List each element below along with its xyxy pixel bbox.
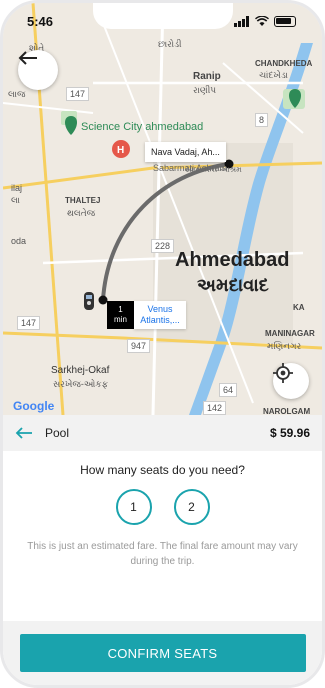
seat-options: 1 2 [3, 489, 322, 525]
my-location-button[interactable] [273, 363, 309, 399]
back-arrow-icon[interactable] [15, 427, 33, 439]
map-label-left-4: oda [11, 236, 27, 246]
signal-icon [234, 15, 249, 27]
dropoff-line-1: Venus [147, 304, 173, 314]
map-label-ranip-gu: રાણીપ [193, 85, 217, 95]
svg-text:H: H [117, 145, 124, 156]
dropoff-callout[interactable]: Venus Atlantis,... [134, 301, 186, 329]
eta-unit: min [114, 315, 127, 324]
google-logo-text: Google [13, 399, 55, 413]
eta-value: 1 [118, 305, 123, 314]
map-label-ranip: Ranip [193, 71, 221, 82]
road-shield-64: 64 [219, 383, 238, 397]
fare-disclaimer: This is just an estimated fare. The fina… [27, 541, 298, 567]
seat-option-1[interactable]: 1 [115, 489, 152, 525]
map-label-ahmedabad-gu: અમદાવાદ [197, 275, 269, 295]
map-label-left-3: લાજ [8, 89, 26, 99]
notch [92, 3, 233, 29]
car-icon [84, 292, 94, 310]
seat-option-2[interactable]: 2 [173, 489, 210, 525]
pickup-callout[interactable]: Nava Vadaj, Ah... [145, 142, 226, 162]
crosshair-icon [273, 363, 293, 383]
bottom-sheet: Pool $ 59.96 How many seats do you need?… [3, 415, 322, 685]
back-button[interactable] [18, 50, 58, 90]
map-label-science-city: Science City ahmedabad [81, 121, 204, 133]
map-label-kaka: KA [293, 303, 305, 312]
map-label-thaltej-gu: થલતેજ [67, 208, 96, 218]
road-shield-947: 947 [127, 339, 151, 353]
map-label-chandkheda-gu: ચાંદખેડા [259, 70, 288, 80]
ride-type-label: Pool [45, 426, 70, 440]
road-shield-228: 228 [151, 239, 175, 253]
road-shield-147a: 147 [17, 316, 41, 330]
road-shield-147b: 147 [66, 87, 90, 101]
map-label-chharodi: છારોડી [158, 39, 182, 49]
seat-question: How many seats do you need? [80, 463, 245, 477]
map-label-left-2: ilaj [11, 183, 23, 193]
map-label-sarkhej-gu: સરખેજ-ઓકફ [53, 379, 109, 389]
map-label-sabarmati: Sabarmati Ashram [153, 163, 228, 173]
map-label-maninagar-gu: મણિનગર [267, 341, 302, 351]
map-label-maninagar: MANINAGAR [265, 329, 315, 338]
phone-frame: 5:46 H છારોડી Ranip રાણીપ CHANDKHEDA ચાં… [0, 0, 325, 688]
eta-badge: 1 min [107, 301, 134, 329]
map-view[interactable]: H છારોડી Ranip રાણીપ CHANDKHEDA ચાંદખેડા… [3, 3, 322, 415]
map-label-ahmedabad: Ahmedabad [175, 249, 290, 271]
ride-fare: $ 59.96 [269, 426, 310, 440]
map-label-left-5: લા [11, 195, 21, 205]
map-label-narolgam: NAROLGAM [263, 407, 311, 415]
map-label-sarkhej: Sarkhej-Okaf [51, 365, 110, 376]
status-time: 5:46 [27, 13, 54, 29]
ride-summary-row: Pool $ 59.96 [3, 415, 322, 451]
map-label-chandkheda: CHANDKHEDA [255, 59, 313, 68]
battery-icon [274, 15, 296, 27]
road-shield-8: 8 [255, 113, 269, 127]
confirm-seats-button[interactable]: CONFIRM SEATS [19, 634, 306, 672]
google-logo: Google [13, 399, 54, 413]
arrow-left-icon [18, 51, 37, 65]
pickup-callout-text: Nava Vadaj, Ah... [151, 147, 220, 157]
confirm-bar: CONFIRM SEATS [3, 621, 322, 685]
road-shield-142: 142 [203, 401, 227, 415]
dropoff-line-2: Atlantis,... [140, 315, 180, 325]
wifi-icon [255, 15, 269, 26]
map-label-thaltej: THALTEJ [65, 196, 101, 205]
